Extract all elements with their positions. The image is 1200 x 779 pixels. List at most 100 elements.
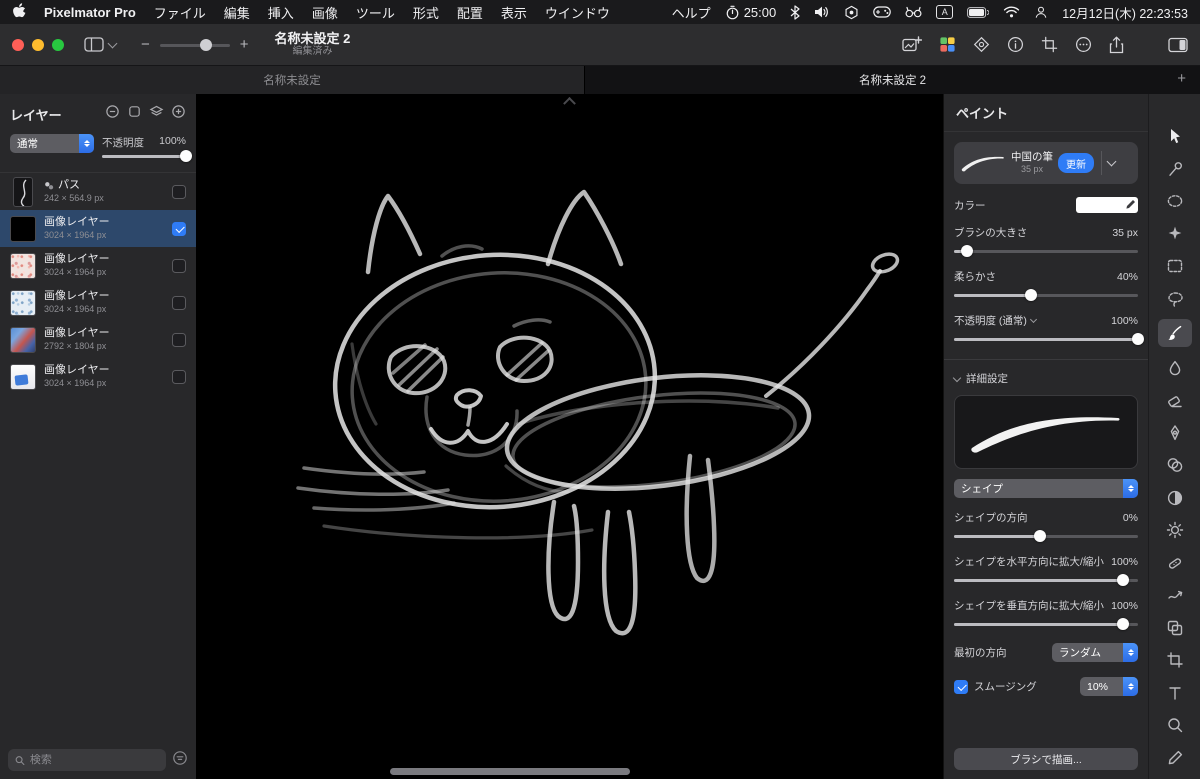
menu-file[interactable]: ファイル: [154, 3, 206, 22]
softness-slider[interactable]: [954, 289, 1138, 301]
filter-icon[interactable]: [172, 750, 188, 771]
menu-view[interactable]: 表示: [501, 3, 527, 22]
battery-icon[interactable]: [967, 6, 990, 18]
color-pick-tool[interactable]: [1158, 746, 1192, 770]
close-window-button[interactable]: [12, 38, 24, 51]
layer-mask-icon[interactable]: [127, 104, 142, 124]
search-input[interactable]: [29, 754, 159, 766]
warp-tool[interactable]: [1158, 583, 1192, 607]
wifi-icon[interactable]: [1003, 6, 1020, 18]
erase-tool[interactable]: [1158, 388, 1192, 412]
brush-preset-card[interactable]: 中国の筆 35 px 更新: [954, 142, 1138, 184]
view-options-button[interactable]: [84, 37, 119, 52]
crop-tool[interactable]: [1158, 648, 1192, 672]
remove-layer-icon[interactable]: [105, 104, 120, 124]
select-oval-tool[interactable]: [1158, 189, 1192, 213]
menu-window[interactable]: ウインドウ: [545, 3, 610, 22]
shape-popup[interactable]: シェイプ: [954, 479, 1138, 498]
hexagon-icon[interactable]: [844, 5, 859, 20]
chevron-down-icon[interactable]: [1106, 156, 1117, 167]
blend-mode-popup[interactable]: 通常: [10, 134, 94, 153]
minimize-window-button[interactable]: [32, 38, 44, 51]
type-tool[interactable]: [1158, 681, 1192, 705]
smoothing-checkbox[interactable]: [954, 679, 968, 694]
details-disclosure[interactable]: 詳細設定: [952, 371, 1138, 386]
binoculars-icon[interactable]: [905, 6, 922, 18]
user-switch-icon[interactable]: [1034, 5, 1048, 19]
volume-icon[interactable]: [814, 5, 830, 19]
crop-icon[interactable]: [1041, 36, 1058, 53]
scale-vertical-slider[interactable]: [954, 618, 1138, 630]
zoom-in-button[interactable]: +: [240, 36, 249, 53]
menu-insert[interactable]: 挿入: [268, 3, 294, 22]
pen-tool[interactable]: [1158, 421, 1192, 445]
update-brush-button[interactable]: 更新: [1058, 153, 1094, 173]
menu-arrange[interactable]: 配置: [457, 3, 483, 22]
paint-with-brush-button[interactable]: ブラシで描画...: [954, 748, 1138, 770]
add-layer-icon[interactable]: [171, 104, 186, 124]
shape-tool[interactable]: [1158, 453, 1192, 477]
color-fill-tool[interactable]: [1158, 356, 1192, 380]
new-tab-button[interactable]: +: [1177, 70, 1186, 87]
zoom-tool[interactable]: [1158, 713, 1192, 737]
first-direction-popup[interactable]: ランダム: [1052, 643, 1138, 662]
info-icon[interactable]: [1007, 36, 1024, 53]
horizontal-scrollbar[interactable]: [390, 768, 630, 775]
color-swatches-icon[interactable]: [939, 36, 956, 53]
layer-row-path[interactable]: パス 242 × 564.9 px: [0, 173, 196, 210]
retouch-tool[interactable]: [1158, 551, 1192, 575]
layer-stack-icon[interactable]: [149, 104, 164, 124]
more-icon[interactable]: [1075, 36, 1092, 53]
menu-edit[interactable]: 編集: [224, 3, 250, 22]
style-tool[interactable]: [1158, 157, 1192, 181]
arrange-tool[interactable]: [1158, 124, 1192, 148]
share-icon[interactable]: [1109, 36, 1124, 54]
layer-row-image[interactable]: 画像レイヤー 3024 × 1964 px: [0, 284, 196, 321]
zoom-out-button[interactable]: −: [141, 36, 150, 53]
sidebar-toggle-icon[interactable]: [1168, 37, 1188, 53]
menu-tools[interactable]: ツール: [356, 3, 395, 22]
layer-visibility-checkbox[interactable]: [172, 258, 186, 273]
menu-image[interactable]: 画像: [312, 3, 338, 22]
app-name[interactable]: Pixelmator Pro: [44, 5, 136, 20]
bluetooth-icon[interactable]: [790, 4, 800, 20]
layer-row-image[interactable]: 画像レイヤー 2792 × 1804 px: [0, 321, 196, 358]
opacity-slider[interactable]: [954, 333, 1144, 345]
rect-select-tool[interactable]: [1158, 254, 1192, 278]
input-source-badge[interactable]: A: [936, 5, 954, 19]
layer-search-field[interactable]: [8, 749, 166, 771]
layer-visibility-checkbox[interactable]: [172, 295, 186, 310]
brush-size-slider[interactable]: [954, 245, 1138, 257]
layer-row-image[interactable]: 画像レイヤー 3024 × 1964 px: [0, 358, 196, 395]
layer-visibility-checkbox[interactable]: [172, 184, 186, 199]
effects-icon[interactable]: [973, 36, 990, 53]
smoothing-popup[interactable]: 10%: [1080, 677, 1138, 696]
color-swatch[interactable]: [1076, 197, 1138, 213]
controller-icon[interactable]: [873, 6, 892, 18]
zoom-window-button[interactable]: [52, 38, 64, 51]
layer-visibility-checkbox[interactable]: [172, 369, 186, 384]
layer-visibility-checkbox[interactable]: [172, 332, 186, 347]
menu-format[interactable]: 形式: [413, 3, 439, 22]
gradient-tool[interactable]: [1158, 486, 1192, 510]
shape-direction-slider[interactable]: [954, 530, 1138, 542]
zoom-slider[interactable]: [159, 38, 230, 51]
adjust-tool[interactable]: [1158, 518, 1192, 542]
layer-opacity-slider[interactable]: [102, 150, 192, 162]
layer-row-image[interactable]: 画像レイヤー 3024 × 1964 px: [0, 247, 196, 284]
layer-visibility-checkbox[interactable]: [172, 221, 186, 236]
scale-horizontal-slider[interactable]: [954, 574, 1138, 586]
canvas[interactable]: [196, 94, 943, 779]
clock-datetime[interactable]: 12月12日(木) 22:23:53: [1062, 3, 1188, 22]
tab-untitled[interactable]: 名称未設定: [0, 66, 585, 94]
add-image-icon[interactable]: [902, 36, 922, 53]
menu-help[interactable]: ヘルプ: [672, 3, 711, 22]
tab-untitled-2[interactable]: 名称未設定 2 +: [585, 66, 1200, 94]
zoom-slider-knob[interactable]: [200, 38, 213, 51]
timer-status[interactable]: 25:00: [725, 5, 776, 20]
disclosure-chevron-icon[interactable]: [1029, 315, 1037, 324]
magic-wand-tool[interactable]: [1158, 222, 1192, 246]
lasso-tool[interactable]: [1158, 287, 1192, 311]
layer-row-image-selected[interactable]: 画像レイヤー 3024 × 1964 px: [0, 210, 196, 247]
clone-tool[interactable]: [1158, 616, 1192, 640]
